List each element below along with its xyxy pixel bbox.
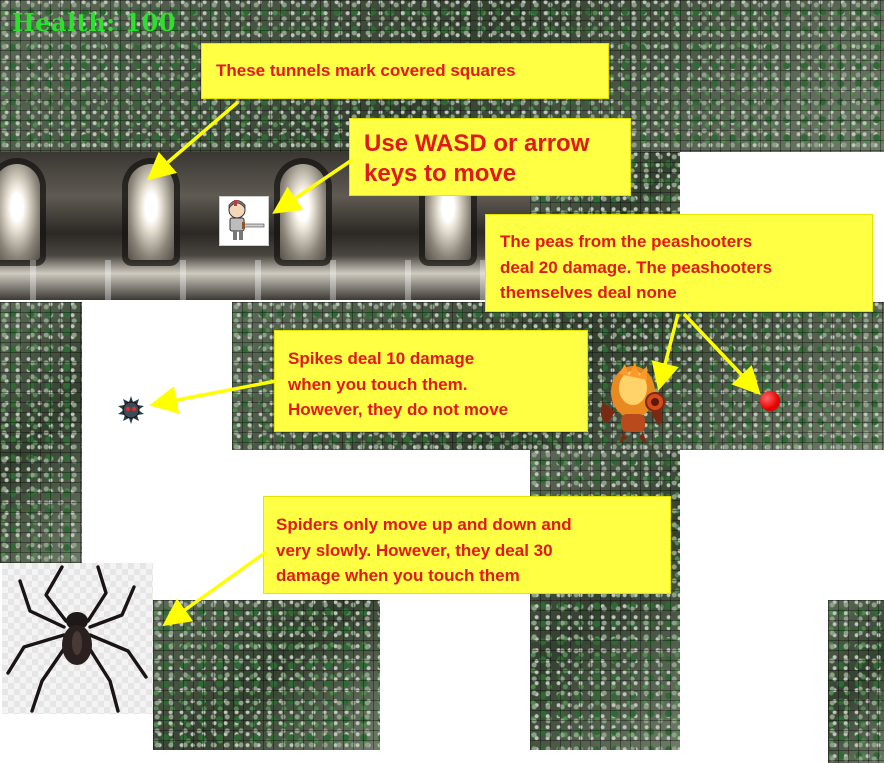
callout-text: damage when you touch them [276,566,520,585]
health-counter: Health: 100 [12,8,176,37]
callout-text: These tunnels mark covered squares [216,61,516,80]
tutorial-callout-spikes: Spikes deal 10 damage when you touch the… [275,331,587,431]
pea-projectile-icon [760,391,780,411]
callout-text: Spiders only move up and down and [276,515,572,534]
tunnel-arch [128,164,174,260]
knight-player-icon[interactable] [219,196,269,246]
callout-text: Use WASD or arrow [364,130,590,157]
tunnel-arch [280,164,326,260]
callout-text: The peas from the peashooters [500,232,753,251]
peashooter-icon [597,362,671,446]
spider-icon [2,563,153,714]
callout-text: when you touch them. [288,374,468,394]
wall-center-column [530,450,680,750]
spike-ball-icon [117,396,145,424]
callout-text: very slowly. However, they deal 30 [276,540,553,560]
callout-text: keys to move [364,160,517,187]
wall-bottom-left [153,600,380,750]
tutorial-callout-spiders: Spiders only move up and down and very s… [264,497,670,593]
callout-text: themselves deal none [500,283,677,302]
wall-left-column [0,302,82,563]
tutorial-callout-tunnels: These tunnels mark covered squares [202,44,608,98]
game-stage[interactable]: Health: 100 These tunnels mark covered s… [0,0,884,763]
tunnel-arch [0,164,40,260]
callout-text: Spikes deal 10 damage [288,349,475,368]
callout-text: However, they do not move [288,400,509,419]
tutorial-callout-peas: The peas from the peashooters deal 20 da… [486,215,872,311]
callout-text: deal 20 damage. The peashooters [500,257,773,277]
wall-bottom-right [828,600,884,763]
tutorial-callout-movement: Use WASD or arrow keys to move [350,119,630,195]
tunnel-floor [0,260,530,300]
